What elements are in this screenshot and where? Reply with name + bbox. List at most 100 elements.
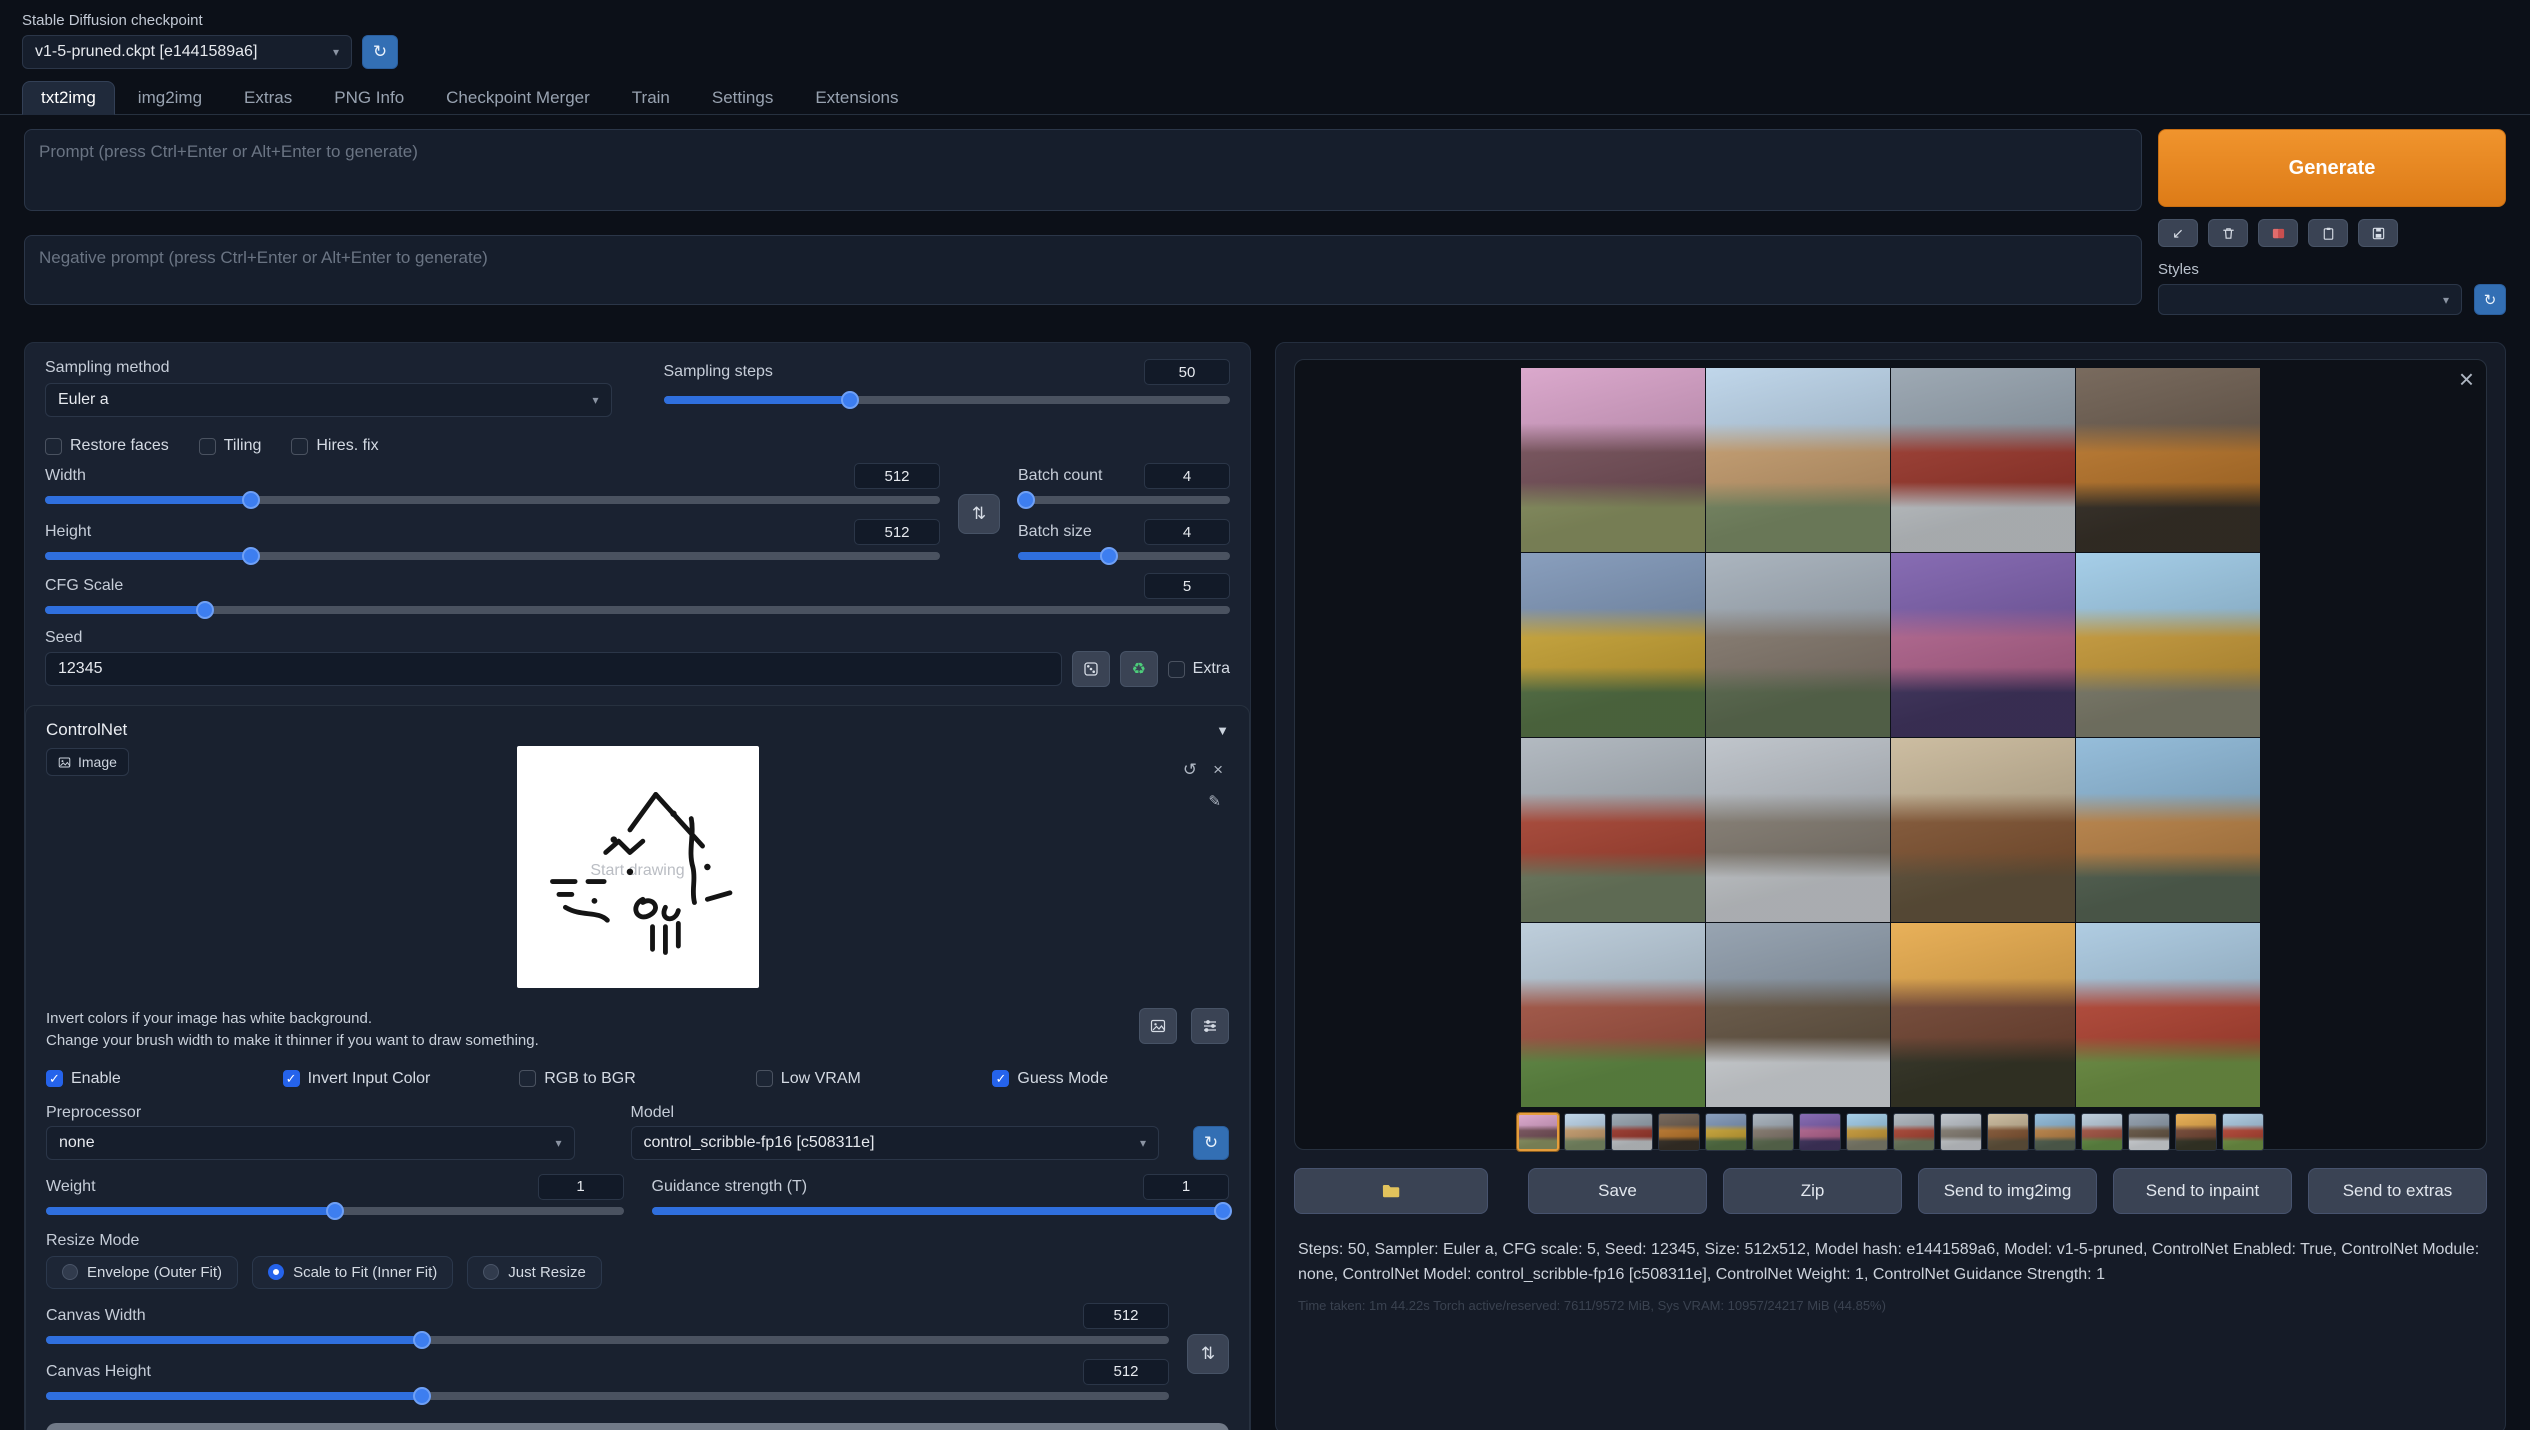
controlnet-header[interactable]: ControlNet ▼ [46,720,1229,740]
refresh-styles-button[interactable]: ↻ [2474,284,2506,315]
canvas-height-value[interactable]: 512 [1083,1359,1169,1385]
refresh-controlnet-models-button[interactable]: ↻ [1193,1126,1229,1160]
gallery-thumbnail[interactable] [2175,1113,2217,1151]
controlnet-model-select[interactable]: control_scribble-fp16 [c508311e] ▾ [631,1126,1160,1160]
open-output-folder-button[interactable] [1294,1168,1488,1214]
slider-thumb[interactable] [1214,1202,1232,1220]
sampling-steps-value[interactable]: 50 [1144,359,1230,385]
zip-button[interactable]: Zip [1723,1168,1902,1214]
brush-color-icon[interactable]: ✎ [1208,792,1221,810]
extra-seed-checkbox[interactable]: Extra [1168,660,1230,678]
reuse-seed-button[interactable]: ♻ [1120,651,1158,687]
gallery-image[interactable] [2076,368,2260,552]
gallery-thumbnail[interactable] [1517,1113,1559,1151]
slider-thumb[interactable] [1017,491,1035,509]
seed-input[interactable] [45,652,1062,686]
canvas-width-slider[interactable] [46,1331,1169,1349]
gallery-thumbnail[interactable] [1846,1113,1888,1151]
send-to-extras-button[interactable]: Send to extras [2308,1168,2487,1214]
new-canvas-button[interactable] [1139,1008,1177,1044]
gallery-image[interactable] [1521,738,1705,922]
gallery-thumbnail[interactable] [2034,1113,2076,1151]
tab-extras[interactable]: Extras [225,81,311,115]
gallery-image[interactable] [1891,553,2075,737]
slider-thumb[interactable] [242,547,260,565]
batch-count-slider[interactable] [1018,491,1230,509]
gallery-thumbnail[interactable] [2081,1113,2123,1151]
guidance-strength-slider[interactable] [652,1202,1230,1220]
gallery-thumbnail[interactable] [1564,1113,1606,1151]
batch-count-value[interactable]: 4 [1144,463,1230,489]
batch-size-value[interactable]: 4 [1144,519,1230,545]
controlnet-enable-checkbox[interactable]: Enable [46,1070,283,1088]
gallery-image[interactable] [1521,368,1705,552]
random-seed-button[interactable] [1072,651,1110,687]
gallery-image[interactable] [2076,738,2260,922]
adjust-settings-button[interactable] [1191,1008,1229,1044]
gallery-image[interactable] [1706,553,1890,737]
styles-select[interactable]: ▾ [2158,284,2462,315]
gallery-thumbnail[interactable] [1987,1113,2029,1151]
gallery-thumbnail[interactable] [2128,1113,2170,1151]
create-canvas-button[interactable] [46,1423,1229,1430]
height-value[interactable]: 512 [854,519,940,545]
sampling-method-select[interactable]: Euler a ▾ [45,383,612,417]
slider-thumb[interactable] [196,601,214,619]
cfg-scale-value[interactable]: 5 [1144,573,1230,599]
clear-prompt-button[interactable] [2208,219,2248,247]
gallery-image[interactable] [1521,923,1705,1107]
gallery-thumbnail[interactable] [1893,1113,1935,1151]
save-button[interactable]: Save [1528,1168,1707,1214]
gallery-image[interactable] [1891,923,2075,1107]
tab-extensions[interactable]: Extensions [796,81,917,115]
batch-size-slider[interactable] [1018,547,1230,565]
gallery-thumbnail[interactable] [1752,1113,1794,1151]
rgb-to-bgr-checkbox[interactable]: RGB to BGR [519,1070,756,1088]
controlnet-scribble-canvas[interactable]: Start drawing [517,746,759,988]
width-value[interactable]: 512 [854,463,940,489]
refresh-checkpoints-button[interactable]: ↻ [362,35,398,69]
checkpoint-select[interactable]: v1-5-pruned.ckpt [e1441589a6] ▾ [22,35,352,69]
slider-thumb[interactable] [841,391,859,409]
slider-thumb[interactable] [413,1387,431,1405]
invert-input-color-checkbox[interactable]: Invert Input Color [283,1070,520,1088]
prompt-input[interactable] [24,129,2142,211]
gallery-image[interactable] [1706,368,1890,552]
tab-img2img[interactable]: img2img [119,81,221,115]
resize-scale-to-fit-radio[interactable]: Scale to Fit (Inner Fit) [252,1256,453,1289]
gallery-thumbnail[interactable] [2222,1113,2264,1151]
controlnet-weight-value[interactable]: 1 [538,1174,624,1200]
swap-width-height-button[interactable]: ⇅ [958,494,1000,534]
gallery-thumbnail[interactable] [1799,1113,1841,1151]
gallery-image[interactable] [1521,553,1705,737]
gallery-image[interactable] [2076,923,2260,1107]
resize-just-resize-radio[interactable]: Just Resize [467,1256,602,1289]
restore-faces-checkbox[interactable]: Restore faces [45,437,169,455]
gallery-thumbnail[interactable] [1705,1113,1747,1151]
tab-png-info[interactable]: PNG Info [315,81,423,115]
clear-canvas-icon[interactable]: × [1213,760,1223,780]
resize-envelope-radio[interactable]: Envelope (Outer Fit) [46,1256,238,1289]
controlnet-weight-slider[interactable] [46,1202,624,1220]
slider-thumb[interactable] [1100,547,1118,565]
gallery-thumbnail[interactable] [1940,1113,1982,1151]
preprocessor-select[interactable]: none ▾ [46,1126,575,1160]
gallery-thumbnail[interactable] [1611,1113,1653,1151]
tab-checkpoint-merger[interactable]: Checkpoint Merger [427,81,609,115]
tab-settings[interactable]: Settings [693,81,792,115]
width-slider[interactable] [45,491,940,509]
low-vram-checkbox[interactable]: Low VRAM [756,1070,993,1088]
apply-style-button[interactable] [2308,219,2348,247]
canvas-height-slider[interactable] [46,1387,1169,1405]
extra-networks-button[interactable] [2258,219,2298,247]
gallery-image[interactable] [1706,923,1890,1107]
height-slider[interactable] [45,547,940,565]
gallery-thumbnail[interactable] [1658,1113,1700,1151]
canvas-width-value[interactable]: 512 [1083,1303,1169,1329]
hires-fix-checkbox[interactable]: Hires. fix [291,437,378,455]
close-gallery-button[interactable]: × [2459,364,2474,395]
paste-params-button[interactable]: ↙ [2158,219,2198,247]
send-to-inpaint-button[interactable]: Send to inpaint [2113,1168,2292,1214]
cfg-scale-slider[interactable] [45,601,1230,619]
negative-prompt-input[interactable] [24,235,2142,305]
